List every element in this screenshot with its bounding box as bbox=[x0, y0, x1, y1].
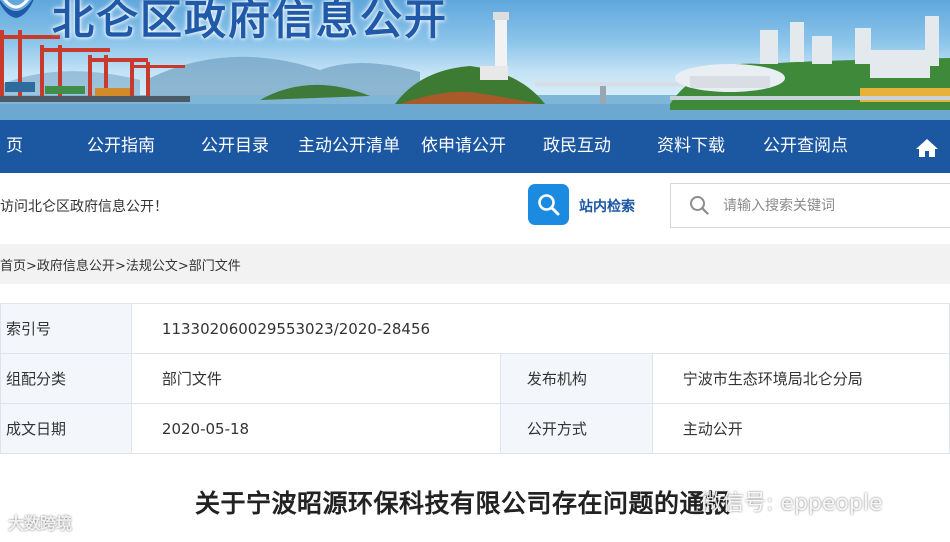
watermark-left: 大数跨境 bbox=[8, 514, 73, 533]
search-icon[interactable] bbox=[689, 195, 709, 215]
breadcrumb-gov-info[interactable]: 政府信息公开 bbox=[37, 259, 115, 274]
site-logo-icon bbox=[0, 0, 34, 18]
home-icon[interactable] bbox=[915, 138, 939, 158]
nav-item-downloads[interactable]: 资料下载 bbox=[657, 120, 725, 173]
breadcrumb: 首页>政府信息公开>法规公文>部门文件 bbox=[0, 255, 241, 274]
nav-item-reading-points[interactable]: 公开查阅点 bbox=[763, 120, 848, 173]
date-value: 2020-05-18 bbox=[130, 403, 501, 454]
index-number-label: 索引号 bbox=[0, 303, 132, 354]
header-banner: 北仑区政府信息公开 bbox=[0, 0, 950, 120]
site-search-label[interactable]: 站内检索 bbox=[579, 196, 635, 216]
main-nav: 页 公开指南 公开目录 主动公开清单 依申请公开 政民互动 资料下载 公开查阅点 bbox=[0, 120, 950, 173]
breadcrumb-separator: > bbox=[114, 259, 126, 274]
nav-item-guide[interactable]: 公开指南 bbox=[87, 120, 155, 173]
index-number-value: 113302060029553023/2020-28456 bbox=[130, 303, 950, 354]
document-title: 关于宁波昭源环保科技有限公司存在问题的通报 bbox=[195, 489, 731, 518]
category-label: 组配分类 bbox=[0, 353, 132, 404]
breadcrumb-dept-docs[interactable]: 部门文件 bbox=[189, 259, 241, 274]
table-row: 组配分类 部门文件 发布机构 宁波市生态环境局北仑分局 bbox=[0, 353, 950, 404]
nav-item-application[interactable]: 依申请公开 bbox=[421, 120, 506, 173]
document-info-table: 索引号 113302060029553023/2020-28456 组配分类 部… bbox=[0, 303, 950, 454]
nav-item-disclosure-list[interactable]: 主动公开清单 bbox=[298, 120, 400, 173]
search-icon bbox=[538, 194, 560, 216]
breadcrumb-regulations[interactable]: 法规公文 bbox=[126, 259, 178, 274]
date-label: 成文日期 bbox=[0, 403, 132, 454]
welcome-text: 访问北仑区政府信息公开！ bbox=[0, 199, 168, 215]
method-value: 主动公开 bbox=[651, 403, 950, 454]
breadcrumb-bar: 首页>政府信息公开>法规公文>部门文件 bbox=[0, 244, 950, 284]
publisher-value: 宁波市生态环境局北仑分局 bbox=[651, 353, 950, 404]
publisher-label: 发布机构 bbox=[499, 353, 653, 404]
table-row: 索引号 113302060029553023/2020-28456 bbox=[0, 303, 950, 354]
nav-item-home-text[interactable]: 页 bbox=[6, 120, 23, 173]
breadcrumb-home[interactable]: 首页 bbox=[0, 259, 26, 274]
category-value: 部门文件 bbox=[130, 353, 501, 404]
breadcrumb-separator: > bbox=[26, 259, 37, 274]
site-search-button[interactable] bbox=[528, 184, 569, 225]
nav-item-interaction[interactable]: 政民互动 bbox=[543, 120, 611, 173]
method-label: 公开方式 bbox=[499, 403, 653, 454]
table-row: 成文日期 2020-05-18 公开方式 主动公开 bbox=[0, 403, 950, 454]
nav-item-catalog[interactable]: 公开目录 bbox=[201, 120, 269, 173]
breadcrumb-separator: > bbox=[177, 259, 189, 274]
watermark-right: 微信号: eppeople bbox=[700, 491, 883, 516]
search-box bbox=[670, 183, 950, 228]
search-input[interactable] bbox=[721, 192, 950, 220]
site-title: 北仑区政府信息公开 bbox=[52, 0, 449, 44]
